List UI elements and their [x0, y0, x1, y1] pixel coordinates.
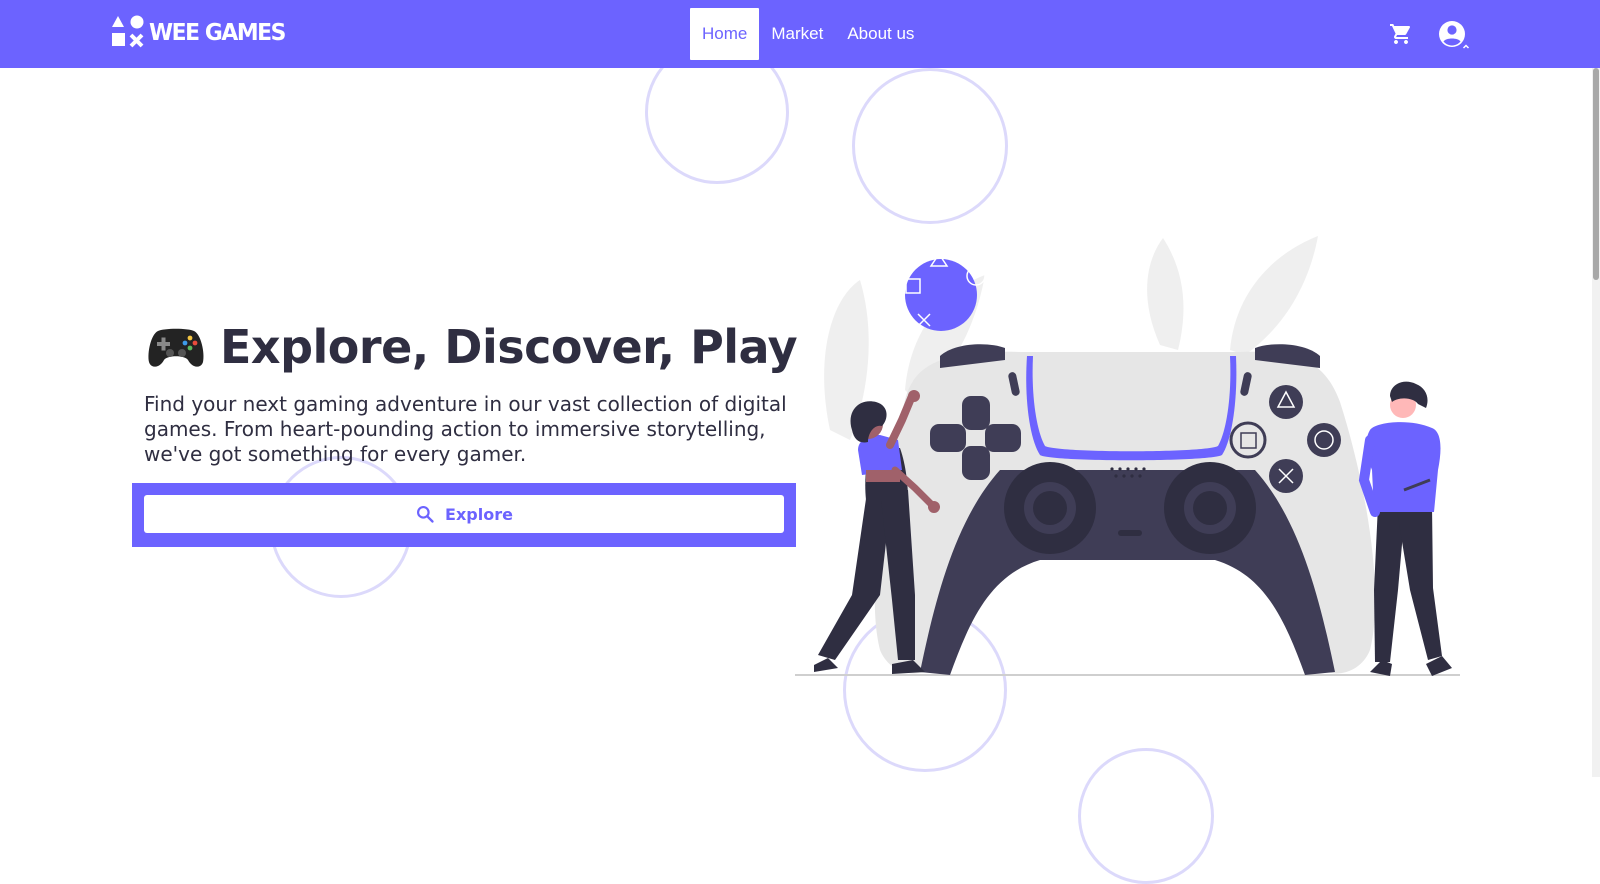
search-icon	[417, 505, 434, 523]
page-scrollbar[interactable]	[1592, 68, 1600, 777]
explore-button-label: Explore	[445, 504, 513, 524]
floating-ball	[905, 259, 977, 331]
game-controller-emoji-icon	[148, 328, 204, 367]
nav-about-us[interactable]: About us	[835, 8, 926, 60]
nav-market[interactable]: Market	[759, 8, 835, 60]
main-nav: Home Market About us	[690, 8, 926, 60]
brand[interactable]: WEE GAMES	[112, 15, 292, 51]
explore-focus-frame: Explore	[132, 483, 796, 547]
shapes-logo-icon	[112, 15, 144, 48]
hero-description: Find your next gaming adventure in our v…	[144, 392, 787, 466]
explore-button[interactable]: Explore	[144, 495, 784, 533]
account-circle-icon[interactable]	[1437, 19, 1471, 51]
top-navbar: WEE GAMES Home Market About us	[0, 0, 1600, 68]
controller-grip-dark	[920, 470, 1335, 675]
brand-name: WEE GAMES	[149, 20, 286, 46]
decor-circle	[852, 68, 1008, 224]
hero-title-text: Explore, Discover, Play	[220, 320, 798, 374]
scrollbar-thumb[interactable]	[1593, 68, 1599, 280]
hero-title: Explore, Discover, Play	[146, 320, 798, 374]
nav-home[interactable]: Home	[690, 8, 760, 60]
man-figure	[1358, 381, 1452, 676]
gamers-controller-illustration	[795, 236, 1460, 676]
cart-icon[interactable]	[1389, 22, 1413, 46]
decor-circle	[1078, 748, 1214, 884]
